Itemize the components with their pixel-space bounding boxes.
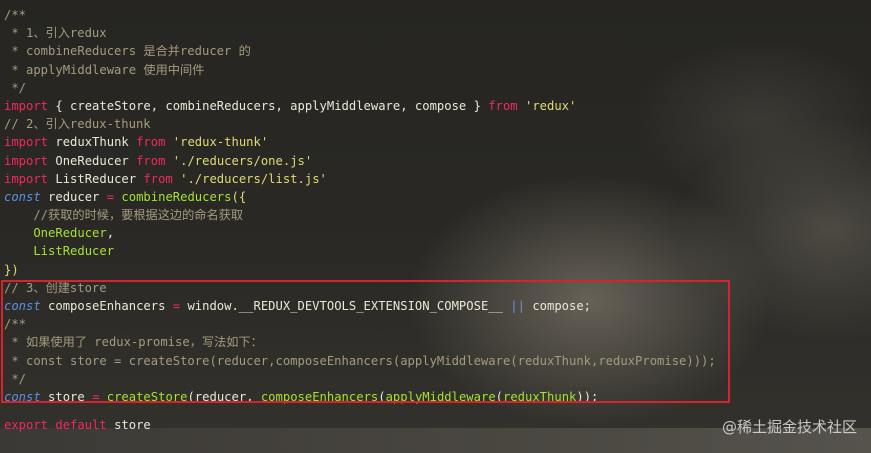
code-token: from <box>488 98 518 113</box>
code-token: './reducers/one.js' <box>172 153 313 168</box>
code-line: //获取的时候，要根据这边的命名获取 <box>4 206 716 224</box>
code-line: ListReducer <box>4 242 716 260</box>
code-token: from <box>136 153 166 168</box>
code-token: ({ <box>231 189 247 204</box>
code-token: import <box>4 153 49 168</box>
code-token: /** <box>4 8 27 22</box>
code-line: import reduxThunk from 'redux-thunk' <box>4 133 716 151</box>
code-token: from <box>143 171 173 186</box>
code-token: OneReducer <box>4 226 107 241</box>
code-token: store <box>106 418 151 433</box>
code-line: * applyMiddleware 使用中间件 <box>4 61 716 79</box>
code-line: import OneReducer from './reducers/one.j… <box>4 152 716 170</box>
code-token: * 1、引入redux <box>4 26 107 41</box>
code-token: * combineReducers 是合并reducer 的 <box>4 44 251 59</box>
code-token: , <box>106 226 115 241</box>
code-token: = <box>106 189 115 204</box>
code-line: */ <box>4 79 716 97</box>
code-line: * 1、引入redux <box>4 24 716 42</box>
code-token: import <box>4 135 49 150</box>
code-token: ListReducer <box>4 244 115 259</box>
code-line: import { createStore, combineReducers, a… <box>4 97 716 115</box>
code-token: */ <box>4 80 27 95</box>
code-token: import <box>4 98 49 113</box>
code-token: 'redux' <box>525 98 577 113</box>
code-token: OneReducer <box>48 153 137 168</box>
code-line: export default store <box>4 416 716 434</box>
code-token: const <box>4 189 41 204</box>
code-token: * applyMiddleware 使用中间件 <box>4 62 205 77</box>
code-token: }) <box>4 262 19 277</box>
code-token: from <box>136 135 166 150</box>
code-line: OneReducer, <box>4 224 716 242</box>
code-token: export <box>4 418 49 433</box>
code-token: // 2、引入redux-thunk <box>4 117 151 132</box>
code-line: * combineReducers 是合并reducer 的 <box>4 42 716 60</box>
code-token: } <box>466 98 489 113</box>
code-token: 'redux-thunk' <box>172 135 269 150</box>
code-line: const reducer = combineReducers({ <box>4 188 716 206</box>
code-line: /** <box>4 6 716 24</box>
code-token: //获取的时候，要根据这边的命名获取 <box>4 208 244 223</box>
code-token: default <box>55 418 107 433</box>
code-line: // 2、引入redux-thunk <box>4 115 716 133</box>
code-token: import <box>4 171 49 186</box>
code-token: createStore, combineReducers, applyMiddl… <box>70 98 467 113</box>
code-line: }) <box>4 261 716 279</box>
code-token: './reducers/list.js' <box>180 171 327 186</box>
code-line: import ListReducer from './reducers/list… <box>4 170 716 188</box>
code-token: ListReducer <box>48 171 144 186</box>
code-token: reducer <box>40 189 107 204</box>
watermark: @稀土掘金技术社区 <box>721 418 857 436</box>
code-token: { <box>48 98 71 113</box>
code-token: combineReducers <box>121 189 232 204</box>
highlight-box <box>1 280 730 403</box>
code-token: reduxThunk <box>48 135 137 150</box>
